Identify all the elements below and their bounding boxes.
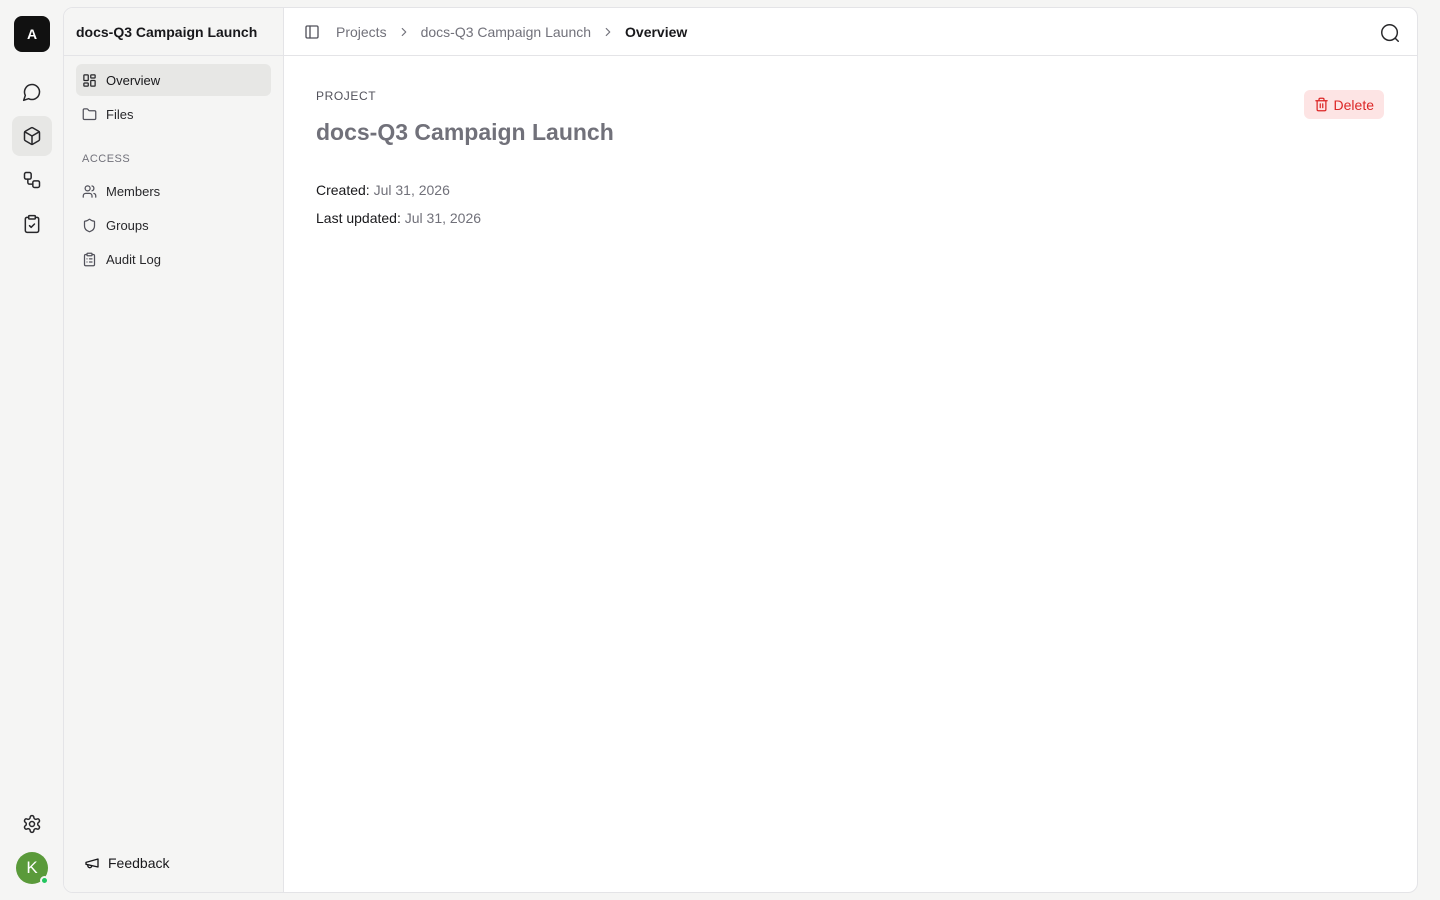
shield-icon (82, 218, 97, 233)
sidebar-toggle-icon[interactable] (304, 24, 320, 40)
breadcrumb: Projects docs-Q3 Campaign Launch Overvie… (336, 24, 687, 40)
feedback-button[interactable]: Feedback (84, 852, 169, 874)
sidebar-item-label: Overview (106, 72, 161, 88)
app-rail: A K (0, 0, 64, 900)
created-value: Jul 31, 2026 (373, 182, 450, 198)
updated-label: Last updated: (316, 210, 401, 226)
breadcrumb-current: Overview (625, 23, 688, 40)
search-icon[interactable] (1379, 22, 1401, 44)
sidebar-item-label: Groups (106, 217, 149, 233)
sidebar-item-groups[interactable]: Groups (76, 209, 271, 241)
sidebar-item-files[interactable]: Files (76, 98, 271, 130)
users-icon (82, 184, 97, 199)
tasks-nav-button[interactable] (12, 204, 52, 244)
feedback-label: Feedback (108, 855, 170, 871)
chat-bubble-icon (22, 82, 42, 102)
breadcrumb-project[interactable]: docs-Q3 Campaign Launch (421, 24, 591, 40)
updated-row: Last updated: Jul 31, 2026 (316, 210, 481, 226)
page-title: docs-Q3 Campaign Launch (316, 119, 614, 145)
chevron-right-icon (601, 25, 615, 39)
workspace-switcher[interactable]: A (14, 16, 50, 52)
sidebar-item-overview[interactable]: Overview (76, 64, 271, 96)
sidebar-item-members[interactable]: Members (76, 175, 271, 207)
content-area: Projects docs-Q3 Campaign Launch Overvie… (284, 8, 1417, 892)
megaphone-icon (84, 855, 100, 871)
created-row: Created: Jul 31, 2026 (316, 182, 450, 198)
sidebar-item-audit-log[interactable]: Audit Log (76, 243, 271, 275)
project-sidebar: docs-Q3 Campaign Launch Overview Files A… (64, 8, 284, 892)
folder-icon (82, 107, 97, 122)
workflow-icon (22, 170, 42, 190)
workflows-nav-button[interactable] (12, 160, 52, 200)
trash-icon (1314, 97, 1329, 112)
project-sidebar-title: docs-Q3 Campaign Launch (64, 8, 283, 56)
main-card: docs-Q3 Campaign Launch Overview Files A… (63, 7, 1418, 893)
sidebar-item-label: Files (106, 106, 134, 122)
settings-button[interactable] (12, 804, 52, 844)
chevron-right-icon (397, 25, 411, 39)
updated-value: Jul 31, 2026 (404, 210, 482, 226)
layout-dashboard-icon (82, 73, 97, 88)
chat-nav-button[interactable] (12, 72, 52, 112)
clipboard-list-icon (82, 252, 97, 267)
top-bar: Projects docs-Q3 Campaign Launch Overvie… (284, 8, 1417, 56)
gear-icon (22, 814, 42, 834)
created-label: Created: (316, 182, 370, 198)
online-status-dot (40, 876, 49, 885)
projects-nav-button[interactable] (12, 116, 52, 156)
delete-label: Delete (1333, 96, 1374, 113)
sidebar-item-label: Audit Log (106, 251, 161, 267)
breadcrumb-projects[interactable]: Projects (336, 24, 387, 40)
access-section-label: ACCESS (82, 153, 131, 165)
clipboard-check-icon (22, 214, 42, 234)
sidebar-item-label: Members (106, 183, 161, 199)
page-eyebrow: PROJECT (316, 89, 377, 103)
delete-button[interactable]: Delete (1303, 90, 1384, 119)
cube-icon (22, 126, 42, 146)
